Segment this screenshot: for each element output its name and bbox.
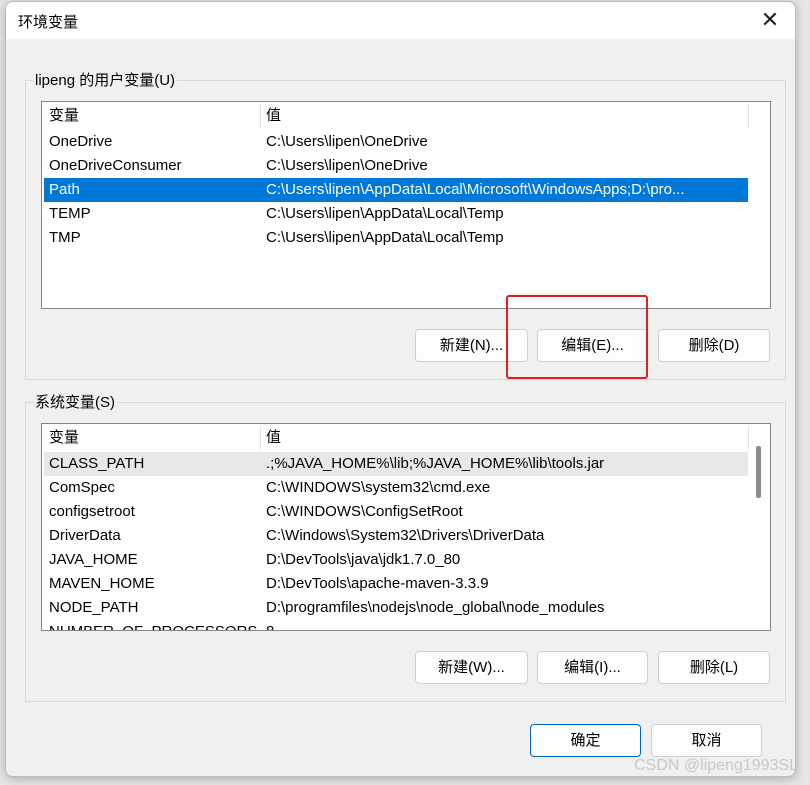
variable-name: JAVA_HOME [49, 551, 138, 568]
variable-value: 8 [266, 620, 746, 630]
variable-value: C:\Users\lipen\OneDrive [266, 133, 428, 150]
variable-value: C:\WINDOWS\ConfigSetRoot [266, 503, 463, 520]
variable-value: D:\DevTools\apache-maven-3.3.9 [266, 575, 489, 592]
system-variables-label: 系统变量(S) [33, 391, 117, 412]
variable-value: C:\Users\lipen\AppData\Local\Temp [266, 205, 504, 222]
variable-name: Path [49, 181, 80, 198]
system-new-button[interactable]: 新建(W)... [415, 651, 528, 684]
system-edit-button[interactable]: 编辑(I)... [537, 651, 648, 684]
watermark: CSDN @lipeng1993SL [634, 757, 798, 774]
table-row[interactable]: CLASS_PATH .;%JAVA_HOME%\lib;%JAVA_HOME%\… [44, 452, 748, 476]
variable-name: DriverData [49, 527, 121, 544]
annotation-highlight-box [506, 295, 648, 379]
user-variables-label: lipeng 的用户变量(U) [33, 69, 178, 90]
table-row[interactable]: ComSpec C:\WINDOWS\system32\cmd.exe [44, 476, 748, 500]
variable-value: C:\Users\lipen\AppData\Local\Microsoft\W… [266, 181, 685, 198]
table-row[interactable]: OneDrive C:\Users\lipen\OneDrive [44, 130, 748, 154]
list-header: 变量 值 [44, 104, 749, 128]
dialog-title: 环境变量 [18, 14, 79, 31]
system-delete-button[interactable]: 删除(L) [658, 651, 770, 684]
variable-value: D:\programfiles\nodejs\node_global\node_… [266, 599, 605, 616]
table-row[interactable]: TEMP C:\Users\lipen\AppData\Local\Temp [44, 202, 748, 226]
variable-value: C:\WINDOWS\system32\cmd.exe [266, 479, 491, 496]
variable-value: C:\Users\lipen\AppData\Local\Temp [266, 229, 504, 246]
environment-variables-dialog: 环境变量 ✕ lipeng 的用户变量(U) 变量 值 OneDrive C:\U… [5, 1, 796, 777]
column-header-name[interactable]: 变量 [49, 426, 79, 450]
column-header-value[interactable]: 值 [266, 426, 746, 450]
table-row[interactable]: OneDriveConsumer C:\Users\lipen\OneDrive [44, 154, 748, 178]
variable-name: TEMP [49, 205, 91, 222]
variable-name: ComSpec [49, 479, 115, 496]
system-variables-group: 系统变量(S) 变量 值 CLASS_PATH .;%JAVA_HOME%\lib… [25, 391, 786, 702]
variable-value: .;%JAVA_HOME%\lib;%JAVA_HOME%\lib\tools.… [266, 455, 605, 472]
user-variables-list[interactable]: 变量 值 OneDrive C:\Users\lipen\OneDrive OneD… [41, 101, 771, 309]
variable-name: CLASS_PATH [49, 455, 145, 472]
user-variables-group: lipeng 的用户变量(U) 变量 值 OneDrive C:\Users\li… [25, 69, 786, 380]
table-row[interactable]: DriverData C:\Windows\System32\Drivers\Dr… [44, 524, 748, 548]
column-header-value[interactable]: 值 [266, 104, 746, 128]
scrollbar-thumb[interactable] [756, 446, 761, 498]
cancel-button[interactable]: 取消 [651, 724, 762, 757]
table-row[interactable]: MAVEN_HOME D:\DevTools\apache-maven-3.3.9 [44, 572, 748, 596]
table-row[interactable]: TMP C:\Users\lipen\AppData\Local\Temp [44, 226, 748, 250]
variable-name: TMP [49, 229, 81, 246]
list-header: 变量 值 [44, 426, 749, 450]
close-icon[interactable]: ✕ [755, 7, 785, 33]
variable-name: MAVEN_HOME [49, 575, 155, 592]
variable-name: configsetroot [49, 503, 135, 520]
variable-name: OneDrive [49, 133, 113, 150]
table-row[interactable]: configsetroot C:\WINDOWS\ConfigSetRoot [44, 500, 748, 524]
user-delete-button[interactable]: 删除(D) [658, 329, 770, 362]
table-row[interactable]: JAVA_HOME D:\DevTools\java\jdk1.7.0_80 [44, 548, 748, 572]
table-row[interactable]: Path C:\Users\lipen\AppData\Local\Microso… [44, 178, 748, 202]
variable-value: C:\Users\lipen\OneDrive [266, 157, 428, 174]
column-header-name[interactable]: 变量 [49, 104, 79, 128]
variable-name: NUMBER_OF_PROCESSORS [49, 620, 257, 630]
variable-name: OneDriveConsumer [49, 157, 182, 174]
system-variables-list[interactable]: 变量 值 CLASS_PATH .;%JAVA_HOME%\lib;%JAVA_H… [41, 423, 771, 631]
table-row[interactable]: NODE_PATH D:\programfiles\nodejs\node_glo… [44, 596, 748, 620]
variable-value: C:\Windows\System32\Drivers\DriverData [266, 527, 545, 544]
ok-button[interactable]: 确定 [530, 724, 641, 757]
table-row[interactable]: NUMBER_OF_PROCESSORS 8 [44, 620, 748, 630]
title-bar: 环境变量 ✕ [6, 2, 795, 39]
variable-name: NODE_PATH [49, 599, 139, 616]
variable-value: D:\DevTools\java\jdk1.7.0_80 [266, 551, 461, 568]
